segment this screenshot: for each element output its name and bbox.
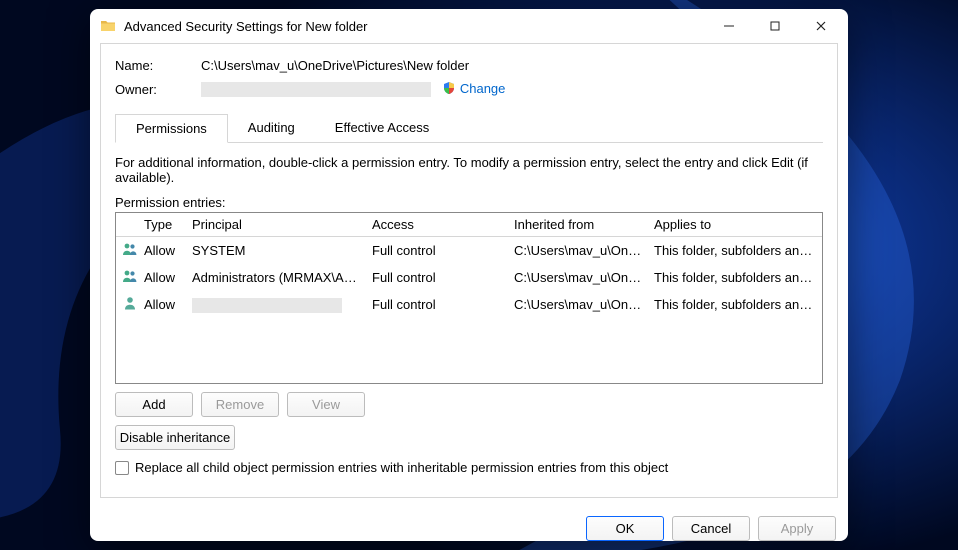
replace-child-entries-label: Replace all child object permission entr…: [135, 460, 668, 475]
cell-inherited: C:\Users\mav_u\OneD...: [508, 239, 648, 262]
disable-inheritance-button[interactable]: Disable inheritance: [115, 425, 235, 450]
permission-entries-grid[interactable]: Type Principal Access Inherited from App…: [115, 212, 823, 384]
table-row[interactable]: AllowSYSTEMFull controlC:\Users\mav_u\On…: [116, 237, 822, 264]
cell-access: Full control: [366, 293, 508, 316]
cancel-button[interactable]: Cancel: [672, 516, 750, 541]
cell-principal: [186, 293, 366, 317]
window-title: Advanced Security Settings for New folde…: [124, 19, 368, 34]
cell-inherited: C:\Users\mav_u\OneD...: [508, 293, 648, 316]
grid-header: Type Principal Access Inherited from App…: [116, 213, 822, 237]
table-row[interactable]: AllowAdministrators (MRMAX\Ad...Full con…: [116, 264, 822, 291]
cell-applies: This folder, subfolders and files: [648, 293, 822, 316]
replace-child-entries-checkbox[interactable]: [115, 461, 129, 475]
cell-principal: SYSTEM: [186, 239, 366, 262]
minimize-button[interactable]: [706, 11, 752, 41]
people-icon: [122, 268, 138, 284]
cell-type: Allow: [138, 293, 186, 316]
cell-inherited: C:\Users\mav_u\OneD...: [508, 266, 648, 289]
folder-icon: [100, 18, 116, 34]
table-row[interactable]: Allow Full controlC:\Users\mav_u\OneD...T…: [116, 291, 822, 318]
owner-value-redacted: [201, 82, 431, 97]
remove-button[interactable]: Remove: [201, 392, 279, 417]
apply-button[interactable]: Apply: [758, 516, 836, 541]
tab-permissions[interactable]: Permissions: [115, 114, 228, 143]
col-type[interactable]: Type: [138, 213, 186, 236]
view-button[interactable]: View: [287, 392, 365, 417]
advanced-security-dialog: Advanced Security Settings for New folde…: [90, 9, 848, 541]
dialog-content: Name: C:\Users\mav_u\OneDrive\Pictures\N…: [100, 43, 838, 498]
cell-type: Allow: [138, 239, 186, 262]
tab-bar: Permissions Auditing Effective Access: [115, 113, 823, 143]
ok-button[interactable]: OK: [586, 516, 664, 541]
col-access[interactable]: Access: [366, 213, 508, 236]
people-icon: [122, 241, 138, 257]
col-applies[interactable]: Applies to: [648, 213, 822, 236]
cell-applies: This folder, subfolders and files: [648, 239, 822, 262]
cell-principal: Administrators (MRMAX\Ad...: [186, 266, 366, 289]
dialog-button-row: OK Cancel Apply: [90, 508, 848, 541]
owner-label: Owner:: [115, 82, 201, 97]
tab-effective-access[interactable]: Effective Access: [315, 114, 449, 143]
col-inherited[interactable]: Inherited from: [508, 213, 648, 236]
change-owner-link[interactable]: Change: [460, 81, 506, 96]
close-button[interactable]: [798, 11, 844, 41]
maximize-button[interactable]: [752, 11, 798, 41]
shield-icon: [442, 81, 456, 95]
cell-applies: This folder, subfolders and files: [648, 266, 822, 289]
cell-access: Full control: [366, 266, 508, 289]
col-principal[interactable]: Principal: [186, 213, 366, 236]
name-label: Name:: [115, 58, 201, 73]
permission-entries-label: Permission entries:: [115, 195, 823, 210]
name-value: C:\Users\mav_u\OneDrive\Pictures\New fol…: [201, 58, 823, 73]
person-icon: [122, 295, 138, 311]
cell-access: Full control: [366, 239, 508, 262]
titlebar: Advanced Security Settings for New folde…: [90, 9, 848, 43]
add-button[interactable]: Add: [115, 392, 193, 417]
tab-auditing[interactable]: Auditing: [228, 114, 315, 143]
cell-type: Allow: [138, 266, 186, 289]
info-text: For additional information, double-click…: [115, 155, 823, 185]
